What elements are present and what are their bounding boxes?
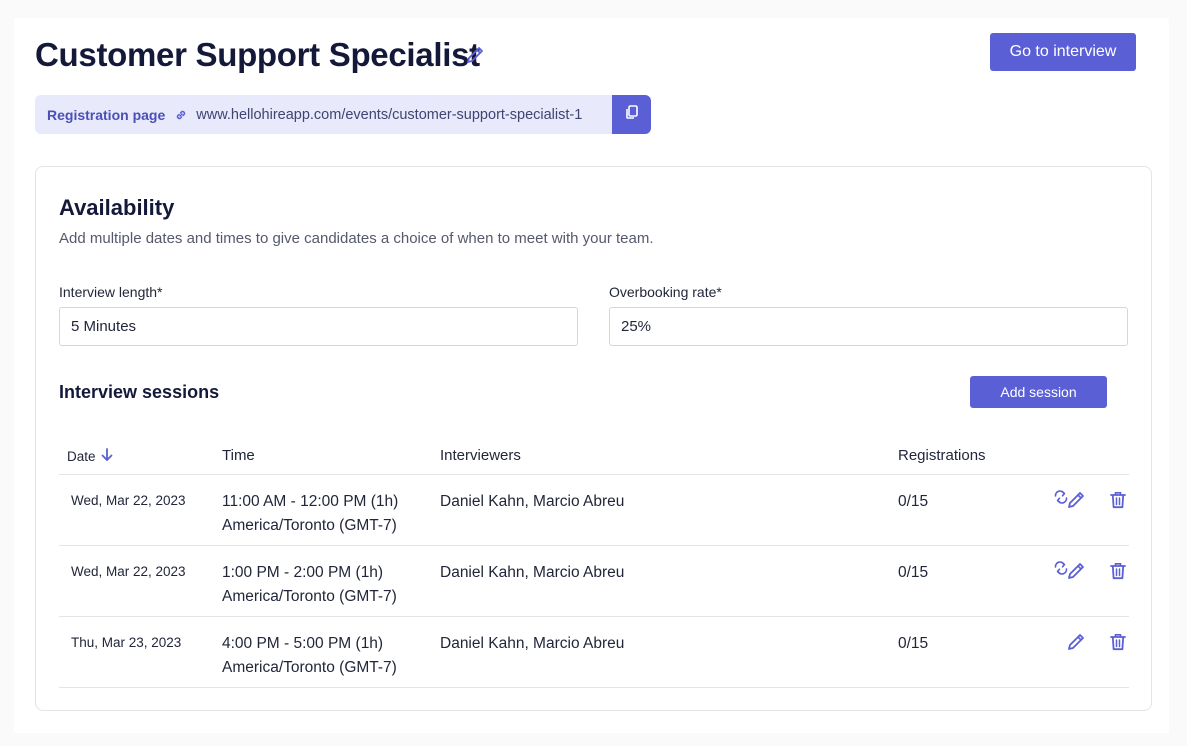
column-header-interviewers: Interviewers bbox=[440, 447, 521, 464]
delete-session-trash-icon[interactable] bbox=[1107, 560, 1129, 582]
session-interviewers: Daniel Kahn, Marcio Abreu bbox=[440, 493, 625, 510]
interview-sessions-title: Interview sessions bbox=[59, 382, 220, 402]
page-title: Customer Support Specialist bbox=[35, 36, 480, 73]
column-header-time: Time bbox=[222, 447, 255, 464]
availability-title: Availability bbox=[59, 195, 175, 220]
column-header-registrations: Registrations bbox=[898, 447, 986, 464]
table-divider bbox=[59, 616, 1129, 617]
session-time: 1:00 PM - 2:00 PM (1h) bbox=[222, 564, 384, 581]
interview-length-label: Interview length* bbox=[59, 284, 163, 300]
copy-icon bbox=[624, 104, 640, 125]
session-time: 4:00 PM - 5:00 PM (1h) bbox=[222, 635, 384, 652]
go-to-interview-button[interactable]: Go to interview bbox=[990, 33, 1136, 71]
copy-url-button[interactable] bbox=[612, 95, 651, 134]
registration-page-label: Registration page bbox=[47, 106, 166, 123]
add-session-button[interactable]: Add session bbox=[970, 376, 1107, 408]
date-header-label: Date bbox=[67, 449, 96, 464]
edit-title-pencil-icon[interactable] bbox=[464, 44, 486, 66]
overbooking-rate-field[interactable] bbox=[609, 307, 1128, 346]
edit-session-pencil-icon[interactable] bbox=[1065, 631, 1087, 653]
availability-subtitle: Add multiple dates and times to give can… bbox=[59, 230, 654, 247]
sort-arrow-down-icon bbox=[100, 447, 114, 466]
session-time: 11:00 AM - 12:00 PM (1h) bbox=[222, 493, 399, 510]
table-divider bbox=[59, 687, 1129, 688]
session-registrations: 0/15 bbox=[898, 635, 929, 652]
session-date: Wed, Mar 22, 2023 bbox=[71, 564, 186, 579]
edit-session-pencil-icon[interactable] bbox=[1065, 560, 1087, 582]
session-registrations: 0/15 bbox=[898, 564, 929, 581]
session-interviewers: Daniel Kahn, Marcio Abreu bbox=[440, 564, 625, 581]
session-interviewers: Daniel Kahn, Marcio Abreu bbox=[440, 635, 625, 652]
edit-session-pencil-icon[interactable] bbox=[1065, 489, 1087, 511]
column-header-date[interactable]: Date bbox=[67, 447, 114, 466]
delete-session-trash-icon[interactable] bbox=[1107, 631, 1129, 653]
session-date: Wed, Mar 22, 2023 bbox=[71, 493, 186, 508]
registration-url[interactable]: www.hellohireapp.com/events/customer-sup… bbox=[196, 107, 582, 123]
availability-card: Availability Add multiple dates and time… bbox=[35, 166, 1152, 711]
session-date: Thu, Mar 23, 2023 bbox=[71, 635, 182, 650]
registration-page-bar: Registration page www.hellohireapp.com/e… bbox=[35, 95, 651, 134]
overbooking-rate-label: Overbooking rate* bbox=[609, 284, 722, 300]
delete-session-trash-icon[interactable] bbox=[1107, 489, 1129, 511]
table-divider bbox=[59, 474, 1129, 475]
interview-length-field[interactable] bbox=[59, 307, 578, 346]
session-timezone: America/Toronto (GMT-7) bbox=[222, 517, 397, 534]
session-timezone: America/Toronto (GMT-7) bbox=[222, 588, 397, 605]
session-timezone: America/Toronto (GMT-7) bbox=[222, 659, 397, 676]
link-icon bbox=[174, 108, 188, 122]
table-divider bbox=[59, 545, 1129, 546]
session-registrations: 0/15 bbox=[898, 493, 929, 510]
